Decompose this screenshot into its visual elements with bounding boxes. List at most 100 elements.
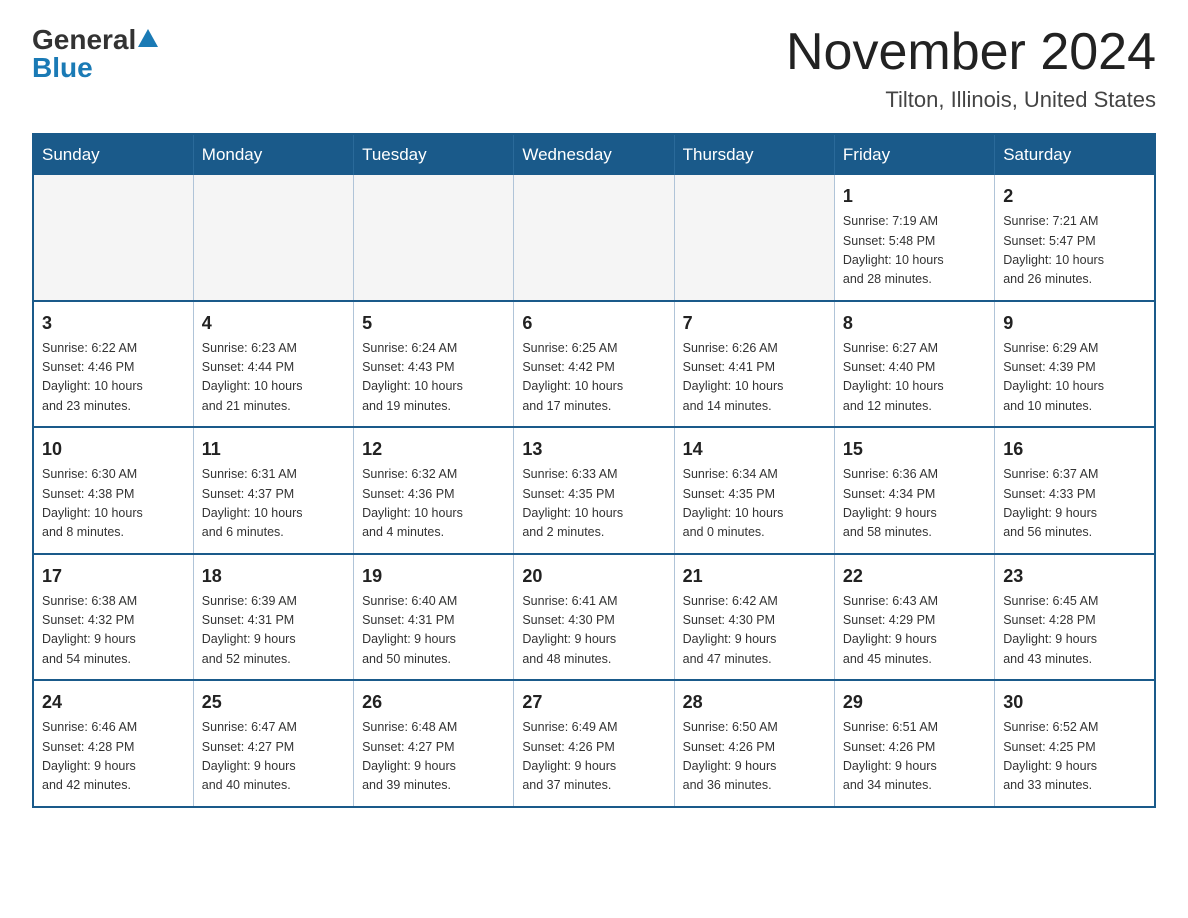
- logo-blue-text: Blue: [32, 52, 93, 84]
- calendar-cell: 15Sunrise: 6:36 AM Sunset: 4:34 PM Dayli…: [834, 427, 994, 554]
- calendar-cell: [354, 175, 514, 301]
- calendar-cell: 24Sunrise: 6:46 AM Sunset: 4:28 PM Dayli…: [33, 680, 193, 807]
- day-number: 21: [683, 563, 826, 590]
- day-number: 5: [362, 310, 505, 337]
- day-info: Sunrise: 6:45 AM Sunset: 4:28 PM Dayligh…: [1003, 592, 1146, 670]
- day-number: 27: [522, 689, 665, 716]
- calendar-cell: 7Sunrise: 6:26 AM Sunset: 4:41 PM Daylig…: [674, 301, 834, 428]
- day-info: Sunrise: 6:23 AM Sunset: 4:44 PM Dayligh…: [202, 339, 345, 417]
- day-info: Sunrise: 6:26 AM Sunset: 4:41 PM Dayligh…: [683, 339, 826, 417]
- day-info: Sunrise: 6:49 AM Sunset: 4:26 PM Dayligh…: [522, 718, 665, 796]
- day-info: Sunrise: 6:27 AM Sunset: 4:40 PM Dayligh…: [843, 339, 986, 417]
- day-number: 7: [683, 310, 826, 337]
- day-of-week-saturday: Saturday: [995, 134, 1155, 175]
- day-number: 25: [202, 689, 345, 716]
- calendar-week-row: 1Sunrise: 7:19 AM Sunset: 5:48 PM Daylig…: [33, 175, 1155, 301]
- calendar-cell: [514, 175, 674, 301]
- day-of-week-sunday: Sunday: [33, 134, 193, 175]
- day-info: Sunrise: 6:40 AM Sunset: 4:31 PM Dayligh…: [362, 592, 505, 670]
- day-info: Sunrise: 6:46 AM Sunset: 4:28 PM Dayligh…: [42, 718, 185, 796]
- day-info: Sunrise: 6:39 AM Sunset: 4:31 PM Dayligh…: [202, 592, 345, 670]
- day-info: Sunrise: 6:29 AM Sunset: 4:39 PM Dayligh…: [1003, 339, 1146, 417]
- day-of-week-thursday: Thursday: [674, 134, 834, 175]
- calendar-week-row: 17Sunrise: 6:38 AM Sunset: 4:32 PM Dayli…: [33, 554, 1155, 681]
- calendar-cell: 8Sunrise: 6:27 AM Sunset: 4:40 PM Daylig…: [834, 301, 994, 428]
- day-info: Sunrise: 6:33 AM Sunset: 4:35 PM Dayligh…: [522, 465, 665, 543]
- day-info: Sunrise: 6:31 AM Sunset: 4:37 PM Dayligh…: [202, 465, 345, 543]
- day-number: 10: [42, 436, 185, 463]
- calendar-cell: 29Sunrise: 6:51 AM Sunset: 4:26 PM Dayli…: [834, 680, 994, 807]
- calendar-cell: 16Sunrise: 6:37 AM Sunset: 4:33 PM Dayli…: [995, 427, 1155, 554]
- day-number: 3: [42, 310, 185, 337]
- title-area: November 2024 Tilton, Illinois, United S…: [786, 24, 1156, 113]
- calendar-cell: 28Sunrise: 6:50 AM Sunset: 4:26 PM Dayli…: [674, 680, 834, 807]
- calendar-cell: 9Sunrise: 6:29 AM Sunset: 4:39 PM Daylig…: [995, 301, 1155, 428]
- day-info: Sunrise: 6:30 AM Sunset: 4:38 PM Dayligh…: [42, 465, 185, 543]
- calendar-cell: 3Sunrise: 6:22 AM Sunset: 4:46 PM Daylig…: [33, 301, 193, 428]
- day-info: Sunrise: 7:21 AM Sunset: 5:47 PM Dayligh…: [1003, 212, 1146, 290]
- calendar-cell: 12Sunrise: 6:32 AM Sunset: 4:36 PM Dayli…: [354, 427, 514, 554]
- calendar-cell: 21Sunrise: 6:42 AM Sunset: 4:30 PM Dayli…: [674, 554, 834, 681]
- calendar-cell: 20Sunrise: 6:41 AM Sunset: 4:30 PM Dayli…: [514, 554, 674, 681]
- day-number: 20: [522, 563, 665, 590]
- day-number: 6: [522, 310, 665, 337]
- calendar-cell: 6Sunrise: 6:25 AM Sunset: 4:42 PM Daylig…: [514, 301, 674, 428]
- calendar-cell: 2Sunrise: 7:21 AM Sunset: 5:47 PM Daylig…: [995, 175, 1155, 301]
- calendar-cell: 1Sunrise: 7:19 AM Sunset: 5:48 PM Daylig…: [834, 175, 994, 301]
- calendar-week-row: 10Sunrise: 6:30 AM Sunset: 4:38 PM Dayli…: [33, 427, 1155, 554]
- calendar-cell: 18Sunrise: 6:39 AM Sunset: 4:31 PM Dayli…: [193, 554, 353, 681]
- day-info: Sunrise: 6:52 AM Sunset: 4:25 PM Dayligh…: [1003, 718, 1146, 796]
- day-info: Sunrise: 6:42 AM Sunset: 4:30 PM Dayligh…: [683, 592, 826, 670]
- day-info: Sunrise: 7:19 AM Sunset: 5:48 PM Dayligh…: [843, 212, 986, 290]
- calendar-cell: 22Sunrise: 6:43 AM Sunset: 4:29 PM Dayli…: [834, 554, 994, 681]
- day-number: 14: [683, 436, 826, 463]
- day-number: 17: [42, 563, 185, 590]
- calendar-cell: 4Sunrise: 6:23 AM Sunset: 4:44 PM Daylig…: [193, 301, 353, 428]
- day-info: Sunrise: 6:24 AM Sunset: 4:43 PM Dayligh…: [362, 339, 505, 417]
- day-number: 12: [362, 436, 505, 463]
- calendar-cell: [33, 175, 193, 301]
- day-number: 30: [1003, 689, 1146, 716]
- day-of-week-wednesday: Wednesday: [514, 134, 674, 175]
- page-header: General Blue November 2024 Tilton, Illin…: [32, 24, 1156, 113]
- day-of-week-monday: Monday: [193, 134, 353, 175]
- calendar-week-row: 3Sunrise: 6:22 AM Sunset: 4:46 PM Daylig…: [33, 301, 1155, 428]
- calendar-cell: 14Sunrise: 6:34 AM Sunset: 4:35 PM Dayli…: [674, 427, 834, 554]
- calendar-cell: 10Sunrise: 6:30 AM Sunset: 4:38 PM Dayli…: [33, 427, 193, 554]
- day-number: 1: [843, 183, 986, 210]
- calendar-cell: [674, 175, 834, 301]
- calendar-cell: 13Sunrise: 6:33 AM Sunset: 4:35 PM Dayli…: [514, 427, 674, 554]
- logo: General Blue: [32, 24, 158, 84]
- day-number: 24: [42, 689, 185, 716]
- location-title: Tilton, Illinois, United States: [786, 87, 1156, 113]
- day-number: 15: [843, 436, 986, 463]
- calendar-cell: [193, 175, 353, 301]
- day-info: Sunrise: 6:41 AM Sunset: 4:30 PM Dayligh…: [522, 592, 665, 670]
- day-of-week-tuesday: Tuesday: [354, 134, 514, 175]
- day-info: Sunrise: 6:34 AM Sunset: 4:35 PM Dayligh…: [683, 465, 826, 543]
- calendar-cell: 5Sunrise: 6:24 AM Sunset: 4:43 PM Daylig…: [354, 301, 514, 428]
- day-number: 19: [362, 563, 505, 590]
- logo-triangle-icon: [138, 29, 158, 47]
- day-number: 8: [843, 310, 986, 337]
- calendar-cell: 25Sunrise: 6:47 AM Sunset: 4:27 PM Dayli…: [193, 680, 353, 807]
- day-number: 11: [202, 436, 345, 463]
- calendar-week-row: 24Sunrise: 6:46 AM Sunset: 4:28 PM Dayli…: [33, 680, 1155, 807]
- calendar-header-row: SundayMondayTuesdayWednesdayThursdayFrid…: [33, 134, 1155, 175]
- day-number: 9: [1003, 310, 1146, 337]
- day-info: Sunrise: 6:43 AM Sunset: 4:29 PM Dayligh…: [843, 592, 986, 670]
- day-number: 29: [843, 689, 986, 716]
- day-number: 22: [843, 563, 986, 590]
- calendar-cell: 30Sunrise: 6:52 AM Sunset: 4:25 PM Dayli…: [995, 680, 1155, 807]
- day-number: 23: [1003, 563, 1146, 590]
- day-info: Sunrise: 6:36 AM Sunset: 4:34 PM Dayligh…: [843, 465, 986, 543]
- day-info: Sunrise: 6:22 AM Sunset: 4:46 PM Dayligh…: [42, 339, 185, 417]
- calendar-table: SundayMondayTuesdayWednesdayThursdayFrid…: [32, 133, 1156, 808]
- day-info: Sunrise: 6:38 AM Sunset: 4:32 PM Dayligh…: [42, 592, 185, 670]
- day-number: 2: [1003, 183, 1146, 210]
- day-info: Sunrise: 6:51 AM Sunset: 4:26 PM Dayligh…: [843, 718, 986, 796]
- calendar-cell: 27Sunrise: 6:49 AM Sunset: 4:26 PM Dayli…: [514, 680, 674, 807]
- calendar-cell: 19Sunrise: 6:40 AM Sunset: 4:31 PM Dayli…: [354, 554, 514, 681]
- day-info: Sunrise: 6:50 AM Sunset: 4:26 PM Dayligh…: [683, 718, 826, 796]
- day-number: 13: [522, 436, 665, 463]
